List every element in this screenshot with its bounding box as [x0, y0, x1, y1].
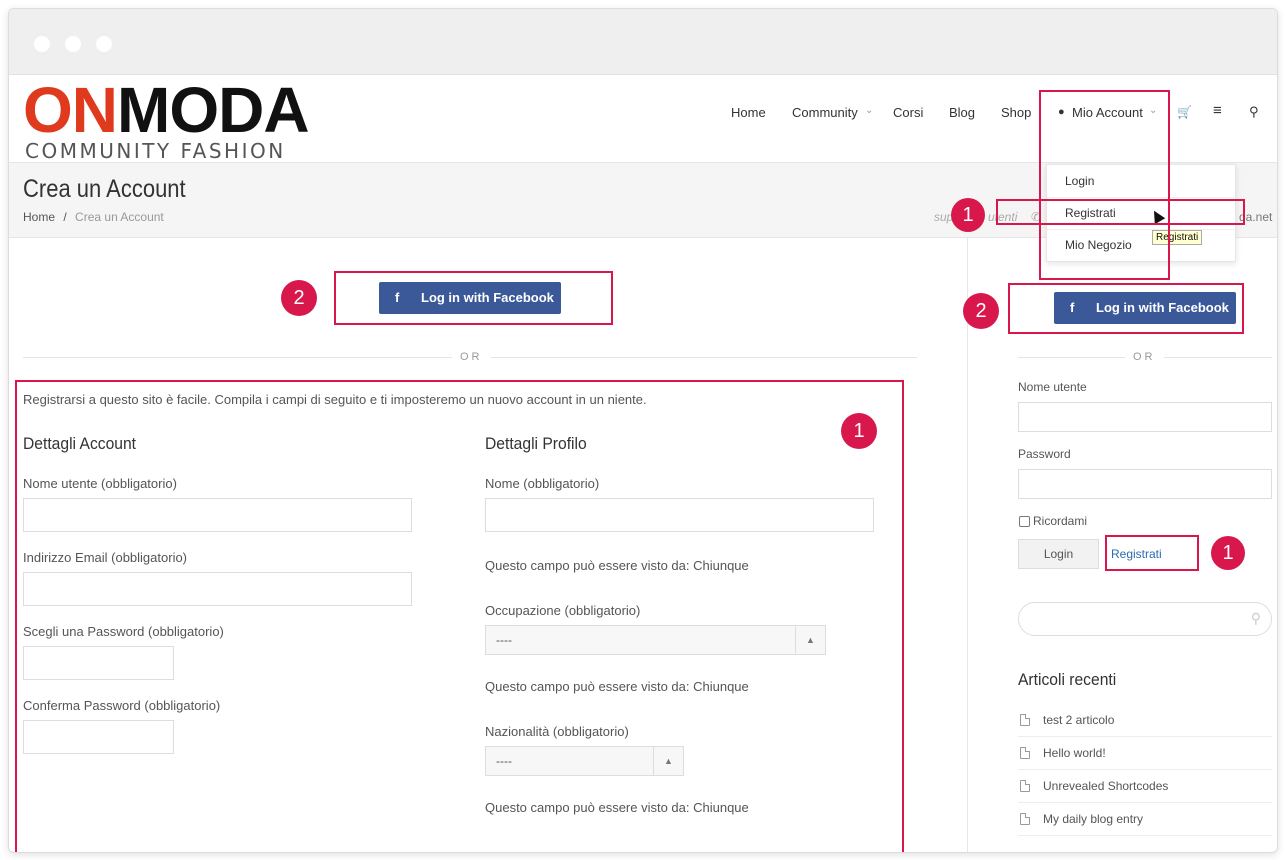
logo-wordmark: ONMODA	[23, 74, 310, 146]
annotation-badge: 1	[951, 198, 985, 232]
chevron-down-icon: ⌄	[865, 105, 874, 116]
breadcrumb: Home / Crea un Account	[23, 210, 164, 224]
annotation-box-register-link	[1105, 535, 1199, 571]
annotation-box-sidebar-facebook	[1008, 283, 1244, 334]
annotation-badge: 1	[841, 413, 877, 449]
window-dot	[65, 36, 81, 52]
sidebar-or-separator: OR	[1125, 351, 1164, 363]
sidebar-login-button[interactable]: Login	[1018, 539, 1099, 569]
sidebar-password-input[interactable]	[1018, 469, 1272, 499]
nav-corsi[interactable]: Corsi	[893, 105, 923, 120]
annotation-box-facebook	[334, 271, 613, 325]
search-icon[interactable]: ⚲	[1251, 610, 1261, 627]
window-chrome	[9, 9, 1277, 75]
annotation-box-registration-form	[15, 380, 904, 852]
cart-icon[interactable]: 🛒	[1177, 105, 1192, 119]
logo-tagline: COMMUNITY FASHION	[25, 139, 286, 163]
nav-blog[interactable]: Blog	[949, 105, 975, 120]
annotation-box-mio-account	[1039, 90, 1170, 280]
sidebar-username-input[interactable]	[1018, 402, 1272, 432]
recent-article-title: My daily blog entry	[1043, 812, 1144, 826]
recent-article-title: Hello world!	[1043, 746, 1106, 760]
breadcrumb-home[interactable]: Home	[23, 210, 55, 224]
breadcrumb-current: Crea un Account	[75, 210, 164, 224]
recent-article-item[interactable]: Hello world!	[1018, 737, 1272, 770]
document-icon	[1020, 714, 1030, 726]
recent-article-item[interactable]: My daily blog entry	[1018, 803, 1272, 836]
recent-article-title: Unrevealed Shortcodes	[1043, 779, 1169, 793]
sidebar-search-input[interactable]: ⚲	[1018, 602, 1272, 636]
search-icon[interactable]: ⚲	[1249, 104, 1259, 120]
remember-me-checkbox[interactable]	[1019, 516, 1030, 527]
or-separator: OR	[452, 351, 491, 363]
annotation-badge: 2	[963, 293, 999, 329]
recent-articles-title: Articoli recenti	[1018, 670, 1117, 689]
document-icon	[1020, 747, 1030, 759]
page-title: Crea un Account	[23, 175, 186, 203]
sidebar-divider	[967, 238, 968, 852]
annotation-badge: 1	[1211, 536, 1245, 570]
site-logo[interactable]: ONMODA COMMUNITY FASHION	[23, 74, 335, 163]
recent-article-item[interactable]: Unrevealed Shortcodes	[1018, 770, 1272, 803]
nav-community[interactable]: Community	[792, 105, 858, 120]
sidebar-password-label: Password	[1018, 447, 1071, 461]
breadcrumb-separator: /	[63, 210, 67, 224]
sidebar-username-label: Nome utente	[1018, 380, 1087, 394]
menu-icon[interactable]: ≡	[1213, 102, 1222, 119]
annotation-box-registrati	[996, 199, 1245, 225]
nav-home[interactable]: Home	[731, 105, 766, 120]
annotation-badge: 2	[281, 280, 317, 316]
recent-article-title: test 2 articolo	[1043, 713, 1115, 727]
window-dot	[34, 36, 50, 52]
browser-window: ONMODA COMMUNITY FASHION Home Community …	[8, 8, 1278, 853]
remember-me-label: Ricordami	[1033, 514, 1088, 528]
window-dot	[96, 36, 112, 52]
document-icon	[1020, 780, 1030, 792]
nav-shop[interactable]: Shop	[1001, 105, 1031, 120]
document-icon	[1020, 813, 1030, 825]
recent-article-item[interactable]: test 2 articolo	[1018, 704, 1272, 737]
